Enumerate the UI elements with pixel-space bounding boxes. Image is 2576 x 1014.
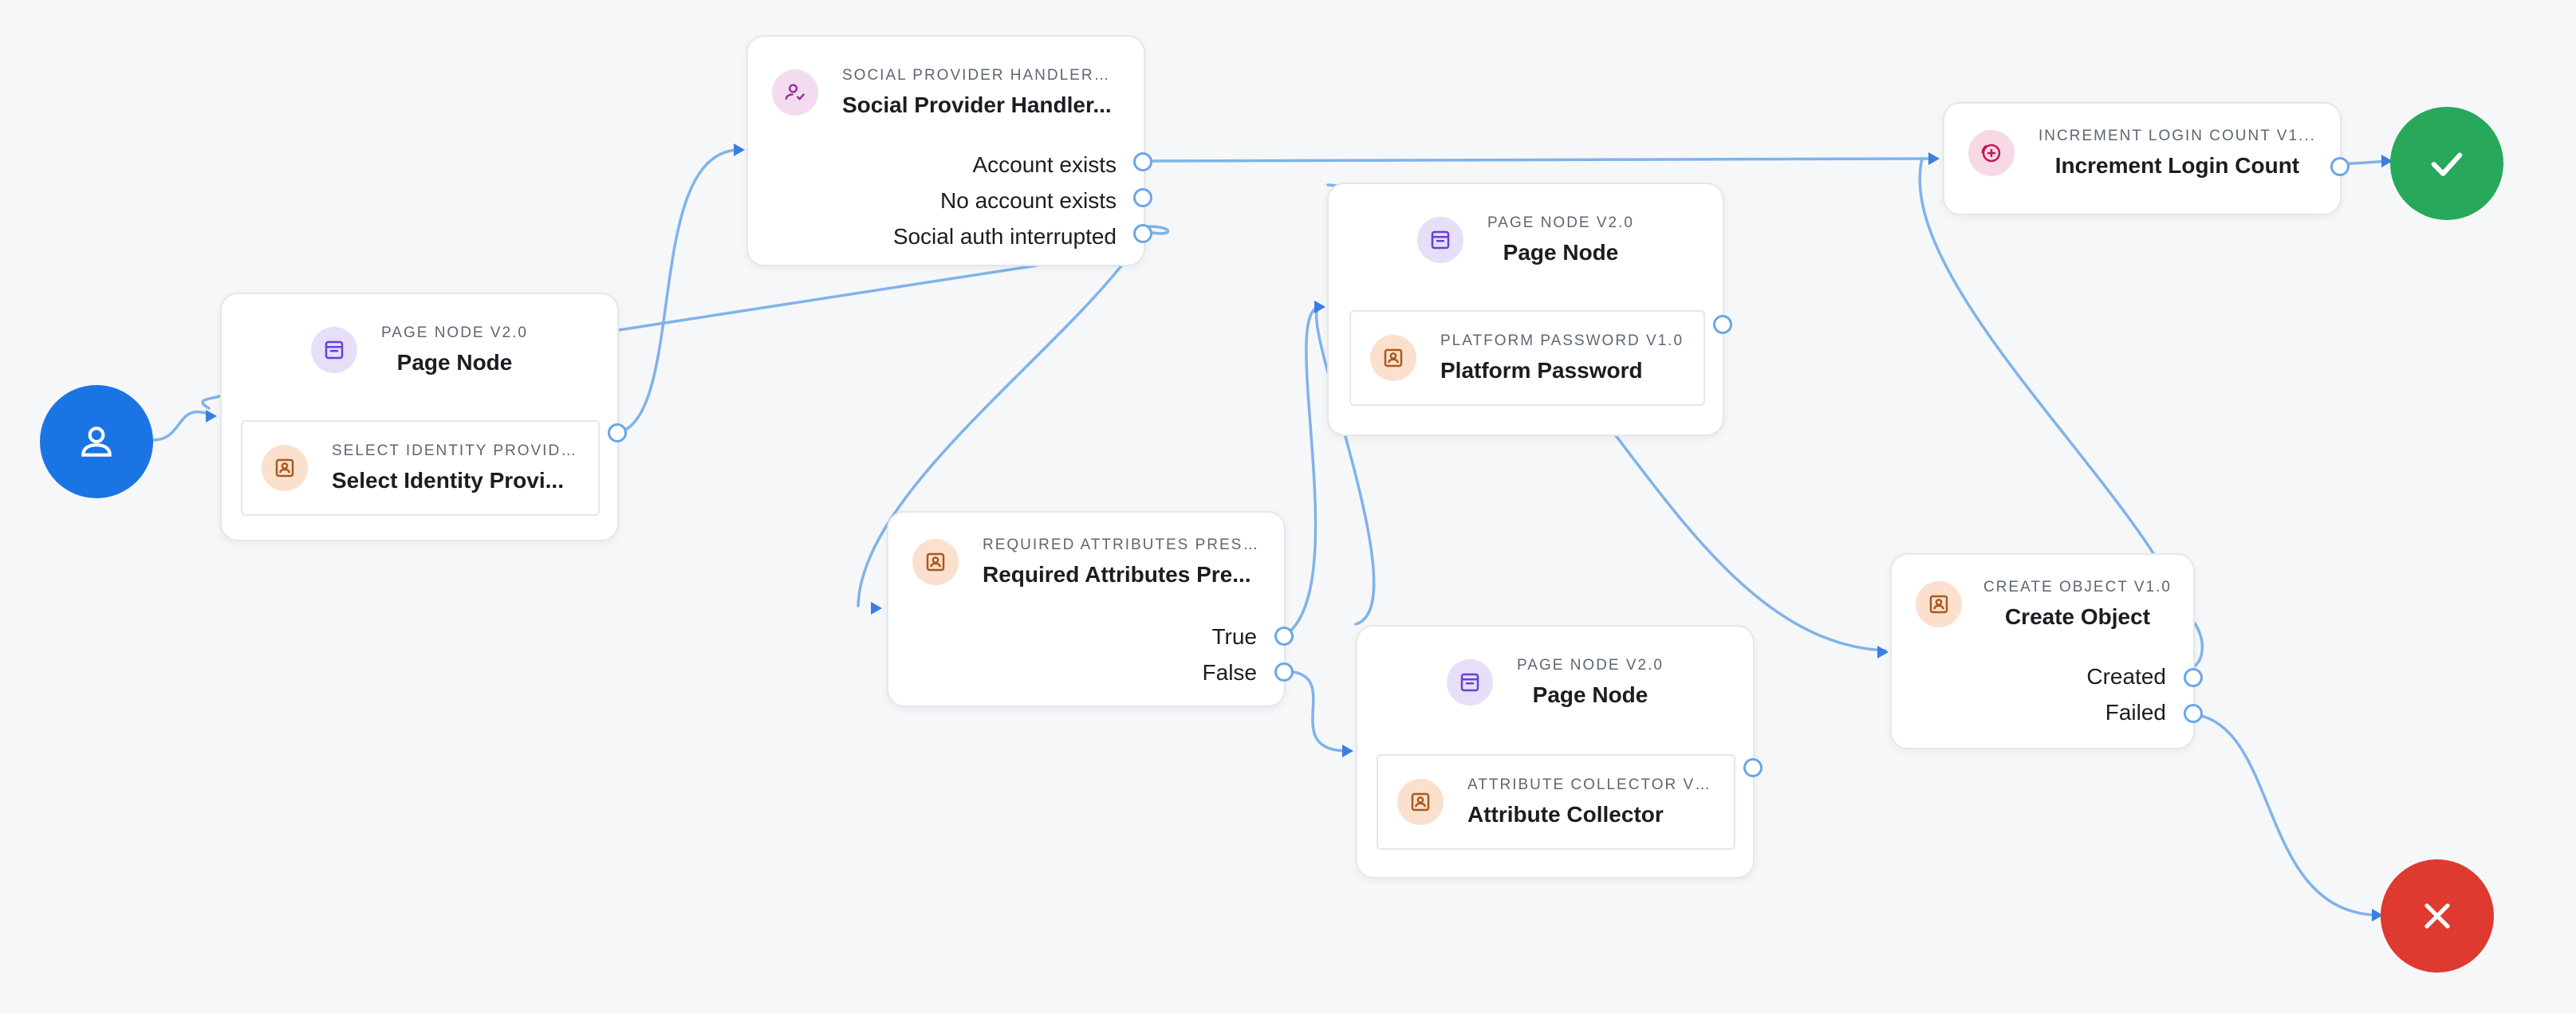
node-name: Increment Login Count [2054,153,2300,178]
child-name: Attribute Collector [1467,802,1664,827]
plus-circle-icon [1968,130,2015,176]
edge-true-to-page2 [1282,305,1322,638]
child-type-label: ATTRIBUTE COLLECTOR V1... [1467,776,1715,793]
node-type-label: CREATE OBJECT V1.0 [1983,579,2172,595]
child-node-platform-password[interactable]: PLATFORM PASSWORD V1.0 Platform Password [1349,310,1705,406]
edge-social-to-page1-top [617,264,1038,332]
child-type-label: PLATFORM PASSWORD V1.0 [1440,332,1684,349]
edge-start-to-page1 [152,410,215,442]
outcome-account-exists: Account exists [972,152,1117,177]
outcome-no-account-exists: No account exists [940,188,1117,213]
user-card-icon [1370,335,1416,381]
outcome-true: True [1211,624,1257,649]
false-port[interactable] [1274,662,1294,682]
outcome-created: Created [2086,664,2166,689]
create-object-node[interactable]: CREATE OBJECT V1.0 Create Object Created… [1890,553,2195,749]
account-exists-port[interactable] [1133,152,1152,171]
page-node-select-identity-provider[interactable]: PAGE NODE V2.0 Page Node SELECT IDENTITY… [220,293,619,541]
failure-node[interactable] [2381,859,2494,973]
check-icon [2431,152,2463,176]
arrowhead [1342,745,1353,757]
page-node-attribute-collector[interactable]: PAGE NODE V2.0 Page Node ATTRIBUTE COLLE… [1356,625,1755,878]
page-node-platform-password[interactable]: PAGE NODE V2.0 Page Node PLATFORM PASSWO… [1327,183,1724,436]
failed-port[interactable] [2184,704,2203,723]
social-auth-interrupted-port[interactable] [1133,224,1152,243]
edge-page1-to-social [616,148,742,434]
edge-false-to-page3 [1282,670,1349,753]
arrowhead [1877,646,1889,658]
user-card-icon [1916,581,1962,627]
child-node-select-identity-provider[interactable]: SELECT IDENTITY PROVIDE... Select Identi… [241,420,600,516]
increment-login-count-node[interactable]: INCREMENT LOGIN COUNT V1... Increment Lo… [1943,102,2342,215]
page-icon [311,327,358,373]
edge-page1-loop [201,395,221,410]
node-name: Page Node [1503,240,1619,265]
outcome-social-auth-interrupted: Social auth interrupted [892,224,1117,249]
edge-create-to-increment [1918,157,2155,555]
created-port[interactable] [2184,668,2203,687]
node-name: Create Object [2004,604,2151,629]
node-type-label: PAGE NODE V2.0 [1487,214,1634,231]
social-provider-handler-node[interactable]: SOCIAL PROVIDER HANDLER ... Social Provi… [746,35,1145,266]
user-card-icon [912,539,959,585]
user-card-icon [262,445,308,491]
node-type-label: PAGE NODE V2.0 [1517,657,1664,674]
page2-output-port[interactable] [1713,315,1732,334]
arrowhead [734,143,745,156]
page-icon [1447,659,1494,705]
required-attributes-present-node[interactable]: REQUIRED ATTRIBUTES PRESE... Required At… [887,511,1286,707]
node-type-label: INCREMENT LOGIN COUNT V1... [2038,128,2316,144]
node-name: Required Attributes Pre... [983,562,1251,587]
node-name: Page Node [396,350,513,375]
child-node-attribute-collector[interactable]: ATTRIBUTE COLLECTOR V1... Attribute Coll… [1377,754,1735,850]
node-name: Page Node [1532,682,1648,707]
user-icon [81,426,112,457]
outcome-false: False [1202,660,1257,685]
true-port[interactable] [1274,627,1294,646]
no-account-exists-port[interactable] [1133,188,1152,207]
child-name: Select Identity Provi... [332,468,564,493]
node-type-label: REQUIRED ATTRIBUTES PRESE... [983,536,1260,553]
edge-account-exists-to-increment [1142,157,1936,163]
user-check-icon [772,69,818,116]
edge-page2-to-create [1613,433,1887,652]
edge-failed-to-failure [2192,713,2380,917]
increment-output-port[interactable] [2330,157,2350,176]
arrowhead [1314,301,1325,313]
start-node[interactable] [40,385,153,498]
arrowhead [206,410,217,422]
outcome-failed: Failed [2105,700,2166,725]
child-type-label: SELECT IDENTITY PROVIDE... [332,442,579,459]
arrowhead [1928,152,1940,165]
journey-canvas[interactable]: PAGE NODE V2.0 Page Node SELECT IDENTITY… [0,0,2576,1014]
close-icon [2424,903,2450,929]
user-card-icon [1397,779,1444,825]
page1-output-port[interactable] [608,423,627,442]
node-name: Social Provider Handler... [842,92,1112,117]
success-node[interactable] [2390,107,2503,220]
node-type-label: PAGE NODE V2.0 [381,324,528,341]
page-icon [1417,217,1464,263]
child-name: Platform Password [1440,358,1643,383]
page3-output-port[interactable] [1743,758,1763,777]
node-type-label: SOCIAL PROVIDER HANDLER ... [842,67,1113,84]
arrowhead [871,602,882,615]
